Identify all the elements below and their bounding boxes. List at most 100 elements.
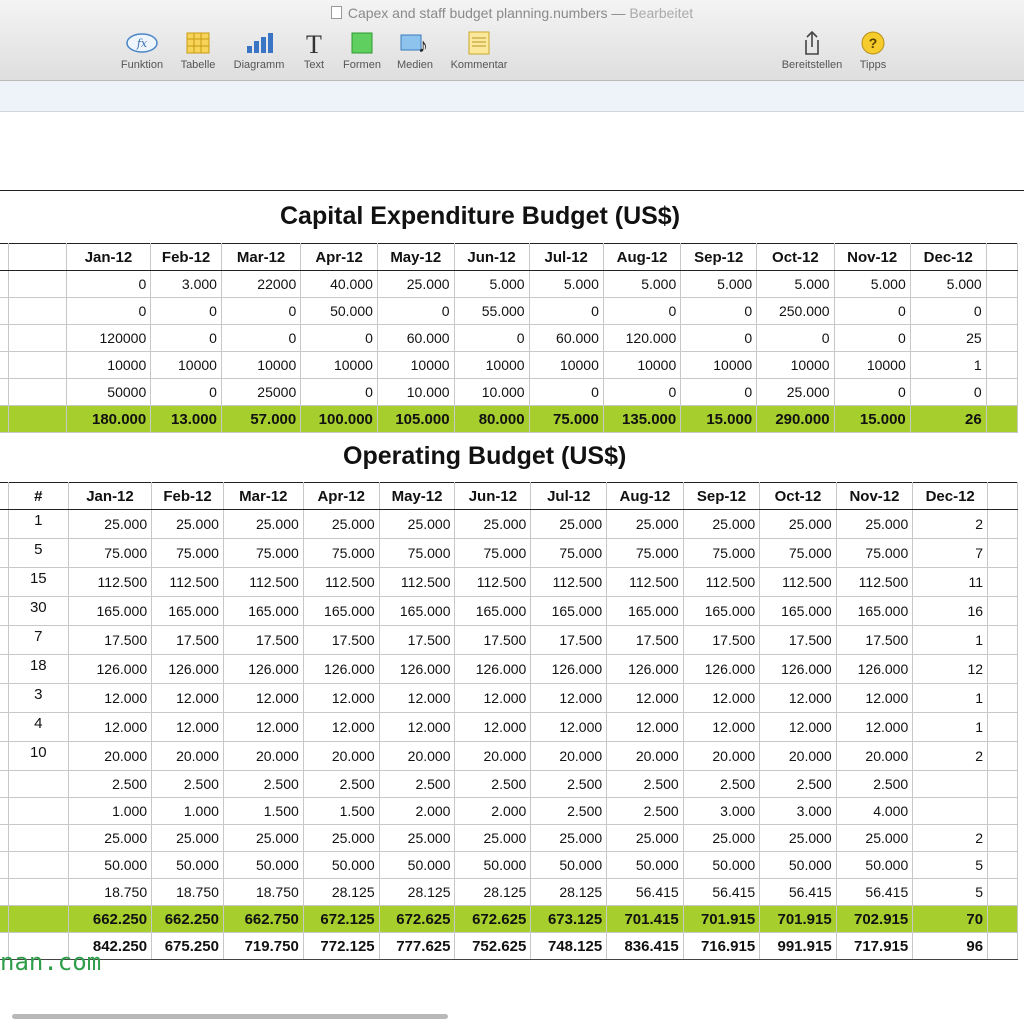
label-cell[interactable] [7, 851, 69, 879]
grand-total-cell[interactable]: 772.125 [302, 932, 380, 960]
month-header[interactable]: Dec-12 [912, 482, 989, 510]
value-cell[interactable]: 0 [602, 378, 682, 406]
value-cell[interactable]: 12 [912, 654, 989, 684]
total-cell[interactable]: 105.000 [376, 405, 455, 433]
value-cell[interactable]: 25.000 [454, 509, 532, 539]
value-cell[interactable]: 165.000 [530, 596, 608, 626]
row-label-cell[interactable] [0, 625, 9, 655]
value-cell[interactable]: 50.000 [682, 851, 761, 879]
value-cell[interactable]: 1.000 [67, 797, 153, 825]
value-cell[interactable]: 10000 [680, 351, 758, 379]
staff-count-cell[interactable]: 10 [7, 741, 69, 771]
grand-total-cell[interactable]: 716.915 [682, 932, 761, 960]
row-label-cell[interactable] [0, 270, 9, 298]
month-header[interactable]: Jan-12 [65, 243, 152, 271]
value-cell[interactable]: 75.000 [302, 538, 380, 568]
value-cell[interactable]: 1 [909, 351, 987, 379]
value-cell[interactable]: 126.000 [759, 654, 837, 684]
value-cell[interactable]: 165.000 [606, 596, 684, 626]
value-cell[interactable]: 17.500 [378, 625, 456, 655]
value-cell[interactable]: 2.500 [606, 797, 684, 825]
value-cell[interactable]: 12.000 [454, 683, 532, 713]
value-cell[interactable]: 50.000 [222, 851, 304, 879]
value-cell[interactable]: 12.000 [835, 712, 914, 742]
value-cell[interactable]: 0 [833, 378, 911, 406]
row-label-cell[interactable] [0, 905, 9, 933]
value-cell[interactable]: 112.500 [530, 567, 608, 597]
total-cell[interactable]: 57.000 [220, 405, 302, 433]
value-cell[interactable]: 75.000 [759, 538, 837, 568]
value-cell[interactable]: 20.000 [302, 741, 380, 771]
grand-total-cell[interactable]: 836.415 [606, 932, 684, 960]
month-header[interactable]: Aug-12 [606, 482, 684, 510]
value-cell[interactable]: 112.500 [67, 567, 153, 597]
value-cell[interactable]: 75.000 [67, 538, 153, 568]
grand-total-cell[interactable]: 748.125 [530, 932, 608, 960]
month-header[interactable]: Nov-12 [833, 243, 911, 271]
month-header[interactable]: Jun-12 [454, 482, 532, 510]
month-header[interactable]: Jul-12 [528, 243, 604, 271]
value-cell[interactable]: 5.000 [528, 270, 604, 298]
grand-total-cell[interactable]: 717.915 [835, 932, 914, 960]
value-cell[interactable]: 12.000 [530, 683, 608, 713]
label-cell[interactable] [8, 324, 67, 352]
overflow-cell[interactable] [987, 509, 1018, 539]
value-cell[interactable]: 25.000 [606, 509, 684, 539]
month-header[interactable]: Oct-12 [756, 243, 835, 271]
total-cell[interactable]: 701.915 [759, 905, 837, 933]
value-cell[interactable]: 126.000 [222, 654, 304, 684]
value-cell[interactable]: 75.000 [151, 538, 224, 568]
value-cell[interactable]: 2 [912, 741, 989, 771]
month-header[interactable]: Nov-12 [835, 482, 914, 510]
value-cell[interactable]: 10000 [300, 351, 378, 379]
value-cell[interactable]: 2.500 [530, 770, 608, 798]
row-label-cell[interactable] [0, 851, 9, 879]
month-header[interactable]: Jun-12 [453, 243, 530, 271]
value-cell[interactable]: 12.000 [302, 683, 380, 713]
value-cell[interactable]: 0 [528, 297, 604, 325]
value-cell[interactable]: 17.500 [682, 625, 761, 655]
value-cell[interactable]: 126.000 [682, 654, 761, 684]
value-cell[interactable]: 2.500 [682, 770, 761, 798]
value-cell[interactable]: 5.000 [756, 270, 835, 298]
overflow-cell[interactable] [985, 243, 1019, 271]
label-cell[interactable] [8, 297, 67, 325]
value-cell[interactable]: 12.000 [151, 683, 224, 713]
value-cell[interactable]: 126.000 [378, 654, 456, 684]
value-cell[interactable]: 18.750 [67, 878, 153, 906]
row-label-cell[interactable] [0, 712, 9, 742]
total-cell[interactable]: 15.000 [680, 405, 758, 433]
total-cell[interactable]: 13.000 [150, 405, 222, 433]
value-cell[interactable]: 5.000 [602, 270, 682, 298]
value-cell[interactable]: 25.000 [376, 270, 455, 298]
value-cell[interactable]: 10000 [833, 351, 911, 379]
value-cell[interactable]: 2.500 [67, 770, 153, 798]
month-header[interactable]: Apr-12 [300, 243, 378, 271]
value-cell[interactable]: 126.000 [454, 654, 532, 684]
value-cell[interactable]: 25.000 [151, 509, 224, 539]
value-cell[interactable]: 25.000 [835, 824, 914, 852]
overflow-cell[interactable] [985, 297, 1019, 325]
label-cell[interactable] [7, 905, 69, 933]
value-cell[interactable]: 25.000 [530, 509, 608, 539]
value-cell[interactable]: 20.000 [835, 741, 914, 771]
value-cell[interactable]: 12.000 [378, 712, 456, 742]
value-cell[interactable]: 2.500 [378, 770, 456, 798]
total-cell[interactable]: 290.000 [756, 405, 835, 433]
row-label-cell[interactable] [0, 351, 9, 379]
value-cell[interactable]: 2.500 [759, 770, 837, 798]
value-cell[interactable]: 20.000 [606, 741, 684, 771]
staff-count-cell[interactable]: 7 [7, 625, 69, 655]
value-cell[interactable]: 25.000 [756, 378, 835, 406]
value-cell[interactable]: 17.500 [222, 625, 304, 655]
row-label-cell[interactable] [0, 741, 9, 771]
value-cell[interactable]: 16 [912, 596, 989, 626]
staff-count-cell[interactable]: 5 [7, 538, 69, 568]
value-cell[interactable]: 25.000 [759, 824, 837, 852]
month-header[interactable]: Sep-12 [682, 482, 761, 510]
value-cell[interactable]: 2.500 [302, 770, 380, 798]
row-label-cell[interactable] [0, 596, 9, 626]
value-cell[interactable]: 0 [680, 324, 758, 352]
value-cell[interactable]: 10000 [65, 351, 152, 379]
value-cell[interactable]: 25.000 [222, 824, 304, 852]
